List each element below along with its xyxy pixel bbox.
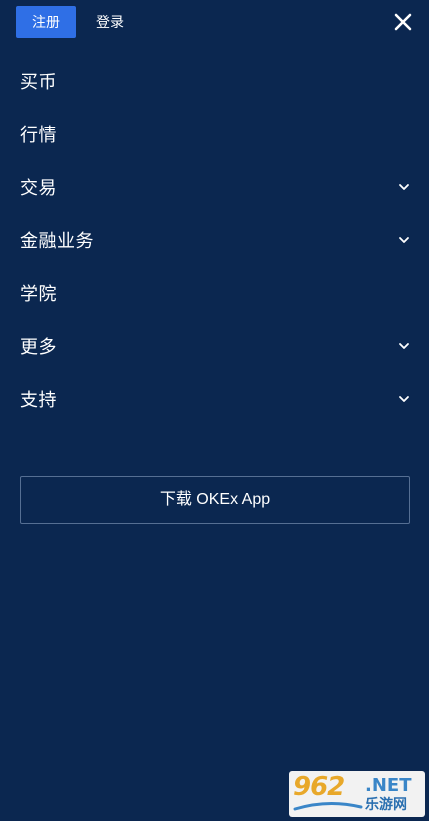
nav-menu: 买币 行情 交易 金融业务 学院 更多 支持 — [0, 54, 429, 425]
watermark-962: 962 — [293, 772, 345, 802]
menu-item-finance[interactable]: 金融业务 — [0, 213, 429, 266]
watermark-logo: 962 .NET 乐游网 — [289, 771, 425, 817]
close-icon[interactable] — [392, 11, 414, 33]
watermark-site-name: 乐游网 — [365, 796, 407, 812]
chevron-down-icon — [397, 180, 411, 194]
chevron-down-icon — [397, 233, 411, 247]
menu-item-markets[interactable]: 行情 — [0, 107, 429, 160]
watermark-net: .NET — [365, 775, 412, 796]
menu-item-label: 更多 — [20, 337, 57, 357]
menu-item-label: 学院 — [20, 284, 57, 304]
menu-item-label: 支持 — [20, 390, 57, 410]
menu-item-label: 行情 — [20, 125, 57, 145]
menu-item-academy[interactable]: 学院 — [0, 266, 429, 319]
menu-item-buy-crypto[interactable]: 买币 — [0, 54, 429, 107]
register-button[interactable]: 注册 — [16, 6, 76, 38]
menu-item-support[interactable]: 支持 — [0, 372, 429, 425]
chevron-down-icon — [397, 339, 411, 353]
top-bar: 注册 登录 — [0, 0, 429, 44]
login-button[interactable]: 登录 — [96, 6, 124, 38]
swoosh-icon — [293, 801, 363, 811]
menu-item-label: 买币 — [20, 72, 57, 92]
menu-item-label: 交易 — [20, 178, 57, 198]
chevron-down-icon — [397, 392, 411, 406]
menu-item-more[interactable]: 更多 — [0, 319, 429, 372]
menu-item-label: 金融业务 — [20, 231, 94, 251]
download-app-button[interactable]: 下载 OKEx App — [20, 476, 410, 524]
menu-item-trade[interactable]: 交易 — [0, 160, 429, 213]
